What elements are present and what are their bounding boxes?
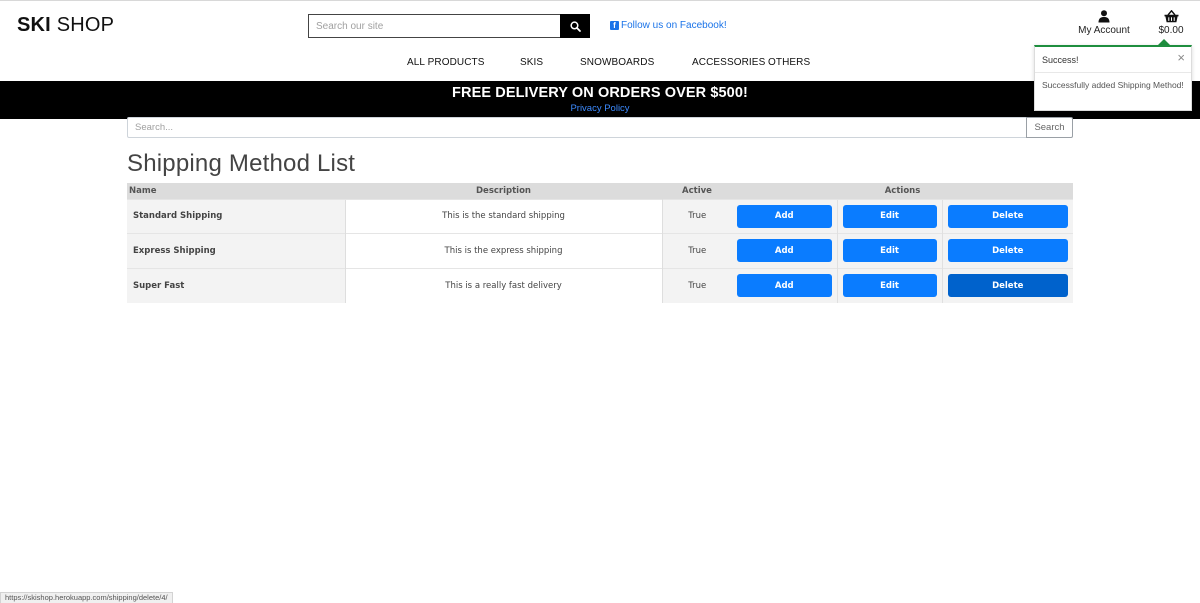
status-bar-url: https://skishop.herokuapp.com/shipping/d… (0, 592, 173, 603)
add-button[interactable]: Add (737, 274, 832, 297)
page-title: Shipping Method List (127, 150, 356, 177)
row-delete-cell: Delete (941, 233, 1073, 268)
logo-thin: SHOP (56, 14, 115, 36)
basket-link[interactable]: $0.00 (1154, 10, 1188, 36)
my-account-label: My Account (1078, 25, 1130, 36)
nav-skis[interactable]: SKIS (520, 57, 543, 68)
edit-button[interactable]: Edit (842, 239, 937, 263)
toast-header: Success! × (1035, 47, 1191, 73)
page-search-button[interactable]: Search (1026, 117, 1073, 138)
row-active: True (662, 233, 732, 268)
shipping-method-table: Name Description Active Actions Standard… (127, 183, 1073, 303)
header-active: Active (662, 183, 732, 199)
delete-button[interactable]: Delete (947, 204, 1068, 228)
basket-total: $0.00 (1158, 25, 1184, 36)
delete-button[interactable]: Delete (947, 274, 1068, 297)
nav-others[interactable]: OTHERS (768, 57, 810, 68)
add-button[interactable]: Add (737, 204, 832, 228)
facebook-link-text: Follow us on Facebook! (621, 20, 727, 31)
header-name: Name (127, 183, 345, 199)
row-add-cell: Add (732, 198, 837, 234)
row-description: This is the standard shipping (344, 198, 663, 234)
delete-button[interactable]: Delete (947, 239, 1068, 263)
close-icon[interactable]: × (1177, 51, 1185, 65)
privacy-policy-link[interactable]: Privacy Policy (0, 103, 1200, 114)
row-active: True (662, 267, 732, 303)
row-name: Super Fast (127, 267, 345, 303)
row-name: Express Shipping (127, 233, 345, 268)
row-edit-cell: Edit (836, 233, 942, 268)
row-description: This is the express shipping (344, 233, 663, 268)
edit-button[interactable]: Edit (842, 204, 937, 228)
facebook-link[interactable]: f Follow us on Facebook! (610, 20, 727, 31)
main-nav: ALL PRODUCTS SKIS SNOWBOARDS ACCESSORIES… (0, 57, 1200, 71)
add-button[interactable]: Add (737, 239, 832, 263)
toast-title: Success! (1042, 55, 1079, 65)
row-delete-cell: Delete (941, 198, 1073, 234)
site-logo[interactable]: SKI SHOP (17, 14, 114, 37)
row-active: True (662, 198, 732, 234)
row-delete-cell: Delete (941, 267, 1073, 303)
row-name: Standard Shipping (127, 198, 345, 234)
nav-accessories[interactable]: ACCESSORIES (692, 57, 765, 68)
row-add-cell: Add (732, 233, 837, 268)
row-add-cell: Add (732, 267, 837, 303)
user-icon (1098, 10, 1110, 23)
header-description: Description (345, 183, 662, 199)
table-row: Standard Shipping This is the standard s… (127, 198, 1073, 234)
table-row: Super Fast This is a really fast deliver… (127, 267, 1073, 303)
delivery-banner: FREE DELIVERY ON ORDERS OVER $500! Priva… (0, 81, 1200, 119)
site-search-button[interactable] (560, 14, 590, 38)
search-icon (569, 20, 581, 32)
my-account-link[interactable]: My Account (1074, 10, 1134, 36)
header-actions: Actions (732, 183, 1073, 199)
row-edit-cell: Edit (836, 267, 942, 303)
page-search-input[interactable] (127, 117, 1026, 138)
basket-icon (1164, 10, 1178, 23)
nav-all-products[interactable]: ALL PRODUCTS (407, 57, 485, 68)
table-row: Express Shipping This is the express shi… (127, 233, 1073, 268)
row-description: This is a really fast delivery (344, 267, 663, 303)
logo-bold: SKI (17, 14, 51, 36)
banner-title: FREE DELIVERY ON ORDERS OVER $500! (452, 85, 748, 101)
site-search (308, 14, 590, 38)
facebook-icon: f (610, 21, 619, 30)
page-search: Search (127, 117, 1073, 138)
table-header-row: Name Description Active Actions (127, 183, 1073, 199)
top-border (0, 0, 1200, 1)
row-edit-cell: Edit (836, 198, 942, 234)
edit-button[interactable]: Edit (842, 274, 937, 297)
site-search-input[interactable] (308, 14, 560, 38)
success-toast: Success! × Successfully added Shipping M… (1034, 45, 1192, 111)
nav-snowboards[interactable]: SNOWBOARDS (580, 57, 654, 68)
toast-message: Successfully added Shipping Method! (1042, 80, 1184, 90)
